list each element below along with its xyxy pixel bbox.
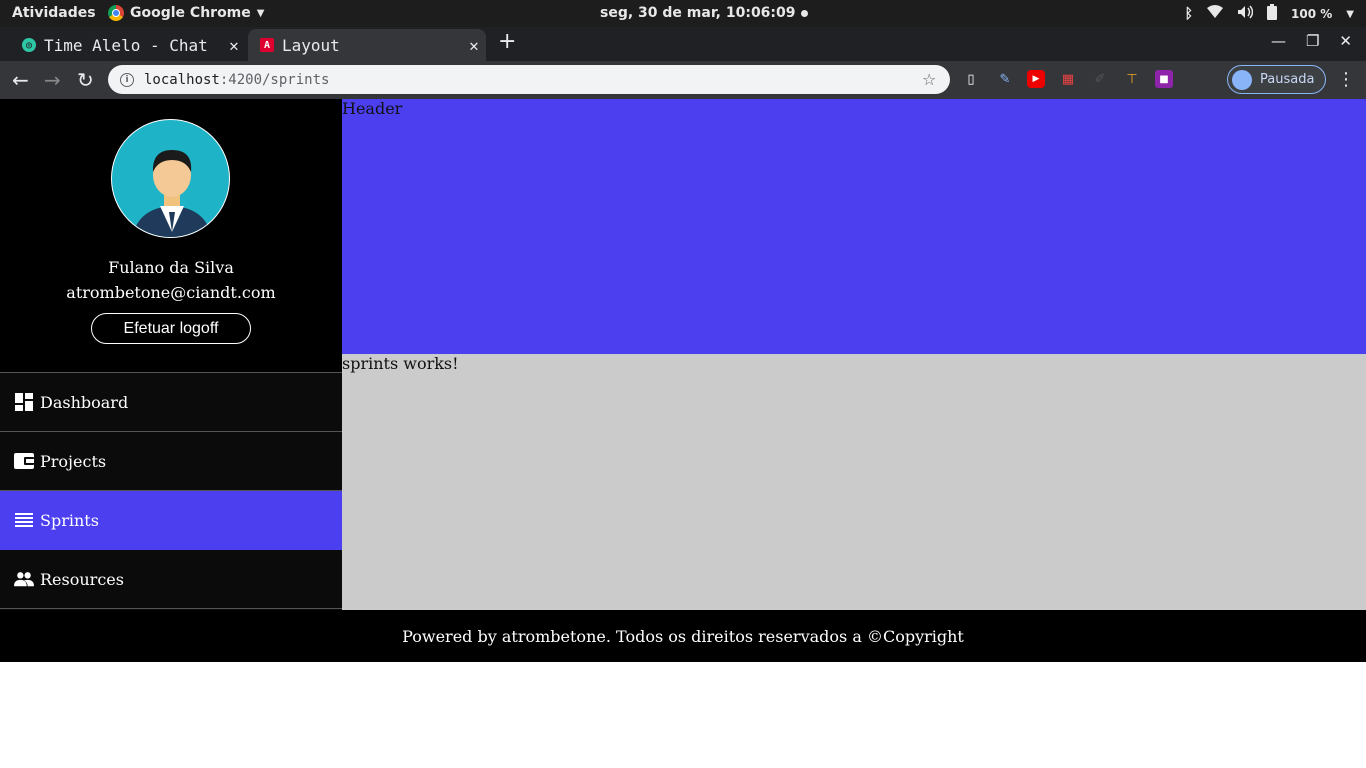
profile-button[interactable]: Pausada <box>1227 65 1326 94</box>
battery-percent: 100 % <box>1291 7 1333 21</box>
app-name: Google Chrome <box>130 5 251 21</box>
tab-layout[interactable]: A Layout ✕ <box>248 29 486 61</box>
back-arrow-icon[interactable]: ← <box>12 68 29 92</box>
address-bar[interactable]: i localhost:4200/sprints ☆ <box>108 65 950 94</box>
clock-text: seg, 30 de mar, 10:06:09 <box>600 5 796 21</box>
user-name: Fulano da Silva <box>108 258 234 277</box>
forward-arrow-icon[interactable]: → <box>44 68 61 92</box>
new-tab-icon[interactable]: + <box>498 29 516 54</box>
sidebar-item-resources[interactable]: Resources <box>0 550 342 609</box>
profile-avatar-icon <box>1232 69 1252 90</box>
device-extension-icon[interactable]: ▯ <box>962 70 980 88</box>
badge-extension-icon[interactable]: ■ <box>1155 70 1173 88</box>
sidebar-item-label: Resources <box>40 569 124 589</box>
sidebar-item-label: Sprints <box>40 510 99 530</box>
logoff-button[interactable]: Efetuar logoff <box>91 313 251 344</box>
header-text: Header <box>342 99 403 118</box>
caret-down-icon: ▼ <box>256 7 265 19</box>
activities-button[interactable]: Atividades <box>12 5 96 21</box>
system-tray[interactable]: ᛒ 100 % ▼ <box>1185 4 1354 24</box>
content-text: sprints works! <box>342 354 459 373</box>
pen-extension-icon[interactable]: ✎ <box>996 70 1014 88</box>
sidebar-item-dashboard[interactable]: Dashboard <box>0 373 342 432</box>
tab-label: Layout <box>282 35 340 55</box>
bookmark-star-icon[interactable]: ☆ <box>922 70 950 89</box>
window-controls: — ❐ ✕ <box>1271 32 1352 50</box>
url-text[interactable]: localhost:4200/sprints <box>144 72 922 88</box>
reload-icon[interactable]: ↻ <box>77 68 94 92</box>
grid-extension-icon[interactable]: ▦ <box>1059 70 1077 88</box>
eyedropper-extension-icon[interactable]: ✐ <box>1091 70 1109 88</box>
sidebar-item-label: Projects <box>40 451 107 471</box>
list-icon <box>14 510 34 530</box>
wallet-icon <box>14 451 34 471</box>
sidebar-item-sprints[interactable]: Sprints <box>0 491 342 550</box>
system-top-bar: Atividades Google Chrome ▼ seg, 30 de ma… <box>0 0 1366 27</box>
tab-time-alelo-chat[interactable]: ◎ Time Alelo - Chat ✕ <box>10 29 246 61</box>
menu-kebab-icon[interactable]: ⋮ <box>1337 69 1355 90</box>
page-footer: Powered by atrombetone. Todos os direito… <box>0 610 1366 662</box>
tab-label: Time Alelo - Chat <box>44 35 208 55</box>
chrome-icon <box>108 5 124 21</box>
close-window-icon[interactable]: ✕ <box>1339 32 1352 50</box>
chat-favicon-icon: ◎ <box>22 38 36 52</box>
tab-strip: ◎ Time Alelo - Chat ✕ A Layout ✕ + — ❐ ✕ <box>0 27 1366 61</box>
user-email: atrombetone@ciandt.com <box>66 283 276 302</box>
sidebar: Fulano da Silva atrombetone@ciandt.com E… <box>0 99 342 610</box>
main-content: sprints works! <box>342 354 1366 610</box>
close-tab-icon[interactable]: ✕ <box>462 36 486 55</box>
sidebar-item-projects[interactable]: Projects <box>0 432 342 491</box>
sidebar-menu: Dashboard Projects Sprints Resources <box>0 373 342 609</box>
browser-toolbar: ← → ↻ i localhost:4200/sprints ☆ ▯ ✎ ▶ ▦… <box>0 61 1366 99</box>
tag-extension-icon[interactable]: ⊤ <box>1123 70 1141 88</box>
profile-label: Pausada <box>1260 72 1315 87</box>
user-avatar <box>111 119 230 238</box>
minimize-icon[interactable]: — <box>1271 32 1286 50</box>
restore-icon[interactable]: ❐ <box>1306 32 1319 50</box>
page-header: Header <box>342 99 1366 354</box>
notification-dot-icon <box>800 9 808 17</box>
wifi-icon <box>1207 5 1224 23</box>
dashboard-icon <box>14 392 34 412</box>
url-path: :4200/sprints <box>219 71 330 88</box>
url-host: localhost <box>144 71 220 88</box>
battery-icon <box>1267 4 1278 24</box>
clock[interactable]: seg, 30 de mar, 10:06:09 <box>600 5 808 21</box>
page-viewport: Fulano da Silva atrombetone@ciandt.com E… <box>0 99 1366 768</box>
footer-text: Powered by atrombetone. Todos os direito… <box>402 626 964 646</box>
video-extension-icon[interactable]: ▶ <box>1027 70 1045 88</box>
bluetooth-icon: ᛒ <box>1184 6 1194 22</box>
info-icon[interactable]: i <box>120 72 134 87</box>
close-tab-icon[interactable]: ✕ <box>222 36 246 55</box>
angular-favicon-icon: A <box>260 38 274 52</box>
sidebar-item-label: Dashboard <box>40 392 129 412</box>
volume-icon <box>1237 5 1254 23</box>
caret-down-icon: ▼ <box>1346 8 1354 20</box>
app-menu[interactable]: Google Chrome ▼ <box>108 5 264 21</box>
people-icon <box>14 569 34 589</box>
